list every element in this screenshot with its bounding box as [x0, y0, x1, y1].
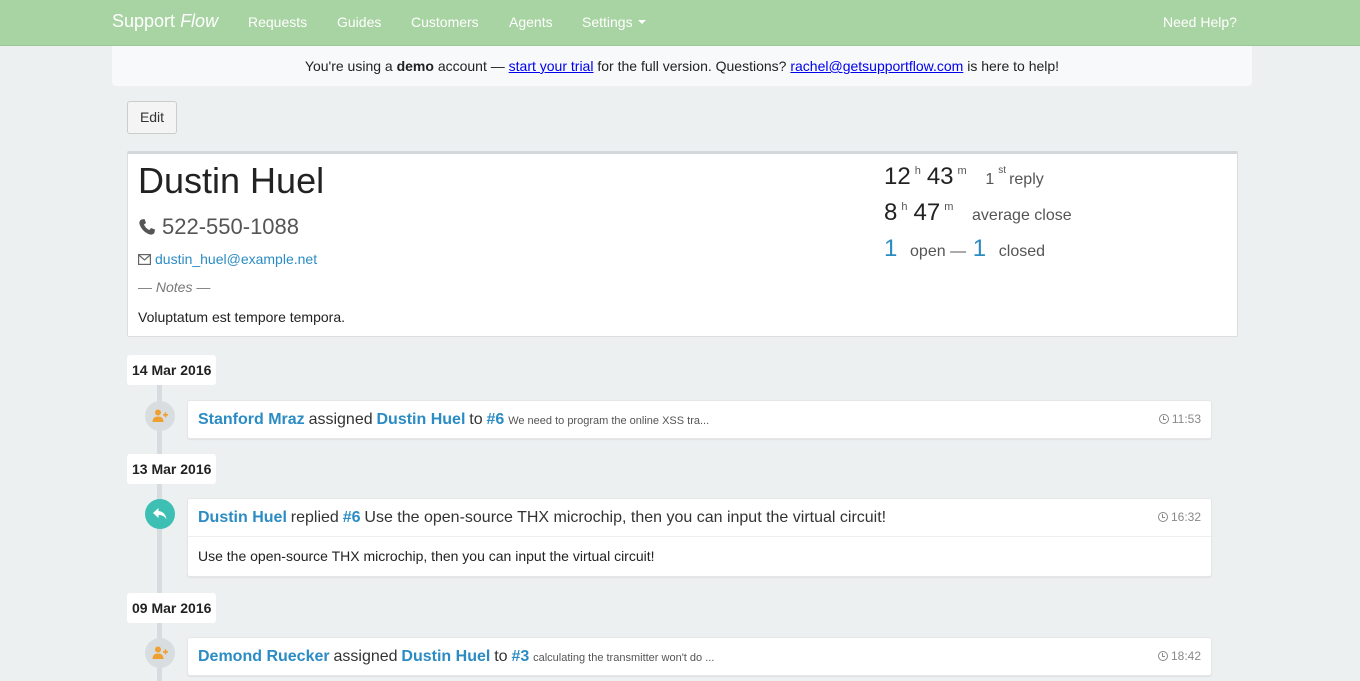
reply-body: Use the open-source THX microchip, then …: [188, 536, 1211, 576]
customer-email-row: dustin_huel@example.net: [138, 251, 317, 267]
nav-need-help[interactable]: Need Help?: [1163, 14, 1237, 30]
actor-link[interactable]: Demond Ruecker: [198, 648, 330, 665]
average-close-stat: 8 h 47 m average close: [884, 199, 1072, 227]
first-reply-h-unit: h: [914, 165, 921, 177]
edit-button[interactable]: Edit: [127, 101, 177, 134]
timeline-item-header: Stanford Mraz assigned Dustin Huel to #6…: [188, 401, 1211, 438]
open-count-link[interactable]: 1: [884, 235, 897, 262]
timeline-date: 09 Mar 2016: [127, 593, 217, 623]
banner-text-pre: You're using a: [304, 58, 393, 74]
timeline-item: Dustin Huel replied #6 Use the open-sour…: [187, 498, 1212, 577]
customer-email-link[interactable]: dustin_huel@example.net: [155, 251, 317, 267]
timeline-time: 18:42: [1157, 638, 1201, 675]
banner-text-bold: demo: [396, 58, 434, 74]
clock-icon: [1157, 512, 1168, 522]
support-email-link[interactable]: rachel@getsupportflow.com: [790, 58, 963, 74]
envelope-icon: [138, 254, 151, 265]
nav-agents[interactable]: Agents: [509, 14, 553, 30]
ticket-link[interactable]: #3: [511, 648, 529, 665]
first-reply-stat: 12 h 43 m 1streply: [884, 163, 1044, 191]
action-verb: replied: [290, 509, 339, 526]
timeline-icon: [145, 401, 175, 431]
avg-close-hours: 8: [884, 199, 898, 226]
first-reply-minutes: 43: [926, 163, 954, 190]
open-label: open —: [910, 243, 967, 260]
timeline-date: 14 Mar 2016: [127, 355, 217, 385]
timeline-item: Demond Ruecker assigned Dustin Huel to #…: [187, 637, 1212, 676]
timeline-icon: [145, 638, 175, 668]
timeline-icon: [145, 499, 175, 529]
customer-panel: Dustin Huel 522-550-1088 dustin_huel@exa…: [127, 151, 1238, 337]
brand-main[interactable]: Support: [112, 11, 175, 31]
demo-banner: You're using a demo account — start your…: [112, 46, 1252, 86]
customer-phone: 522-550-1088: [162, 214, 300, 239]
first-reply-m-unit: m: [957, 165, 967, 177]
user-plus-icon: [152, 646, 168, 659]
first-reply-hours: 12: [884, 163, 911, 190]
customer-phone-row: 522-550-1088: [138, 214, 299, 240]
time-value: 11:53: [1171, 412, 1201, 426]
first-reply-ordinal-suffix: st: [998, 165, 1007, 176]
ticket-link[interactable]: #6: [343, 509, 361, 526]
nav-requests[interactable]: Requests: [248, 14, 307, 30]
timeline-item-header: Dustin Huel replied #6 Use the open-sour…: [188, 499, 1211, 536]
avg-close-minutes: 47: [913, 199, 941, 226]
start-trial-link[interactable]: start your trial: [509, 58, 594, 74]
to-word: to: [494, 648, 508, 665]
customer-name: Dustin Huel: [138, 160, 325, 201]
navbar: Support Flow Requests Guides Customers A…: [0, 0, 1360, 46]
reply-icon: [153, 508, 167, 520]
first-reply-ordinal: 1: [985, 171, 995, 188]
timeline-item-header: Demond Ruecker assigned Dustin Huel to #…: [188, 638, 1211, 675]
target-link[interactable]: Dustin Huel: [377, 411, 466, 428]
ticket-subject: Use the open-source THX microchip, then …: [364, 509, 887, 526]
banner-text-mid2: for the full version. Questions?: [597, 58, 787, 74]
timeline-time: 11:53: [1158, 401, 1201, 438]
timeline-time: 16:32: [1157, 499, 1201, 536]
brand-logo[interactable]: Support Flow: [112, 11, 218, 32]
time-value: 18:42: [1170, 649, 1201, 663]
user-plus-icon: [152, 409, 168, 422]
phone-icon: [139, 219, 155, 235]
banner-text-post: is here to help!: [967, 58, 1060, 74]
ticket-subject: calculating the transmitter won't do ...: [533, 652, 715, 664]
nav-settings-label[interactable]: Settings: [582, 14, 633, 30]
target-link[interactable]: Dustin Huel: [401, 648, 490, 665]
clock-icon: [1158, 414, 1169, 424]
actor-link[interactable]: Stanford Mraz: [198, 411, 305, 428]
actor-link[interactable]: Dustin Huel: [198, 509, 287, 526]
ticket-link[interactable]: #6: [487, 411, 505, 428]
first-reply-label: reply: [1009, 171, 1044, 188]
nav-customers[interactable]: Customers: [411, 14, 479, 30]
caret-down-icon: [637, 20, 646, 25]
timeline-item: Stanford Mraz assigned Dustin Huel to #6…: [187, 400, 1212, 439]
nav-guides[interactable]: Guides: [337, 14, 381, 30]
nav-settings-dropdown[interactable]: Settings: [582, 14, 646, 30]
brand-em[interactable]: Flow: [180, 11, 218, 31]
time-value: 16:32: [1170, 510, 1201, 524]
action-verb: assigned: [308, 411, 373, 428]
notes-label: — Notes —: [138, 279, 211, 295]
closed-label: closed: [998, 243, 1046, 260]
ticket-subject: We need to program the online XSS tra...: [508, 415, 710, 427]
banner-text-mid1: account —: [437, 58, 505, 74]
ticket-count-stat: 1 open — 1 closed: [884, 235, 1045, 263]
clock-icon: [1157, 651, 1168, 661]
timeline-date: 13 Mar 2016: [127, 454, 217, 484]
avg-close-m-unit: m: [944, 201, 954, 213]
avg-close-label: average close: [972, 207, 1072, 224]
action-verb: assigned: [333, 648, 398, 665]
avg-close-h-unit: h: [901, 201, 908, 213]
to-word: to: [469, 411, 483, 428]
notes-text: Voluptatum est tempore tempora.: [138, 309, 345, 325]
closed-count-link[interactable]: 1: [973, 235, 986, 262]
